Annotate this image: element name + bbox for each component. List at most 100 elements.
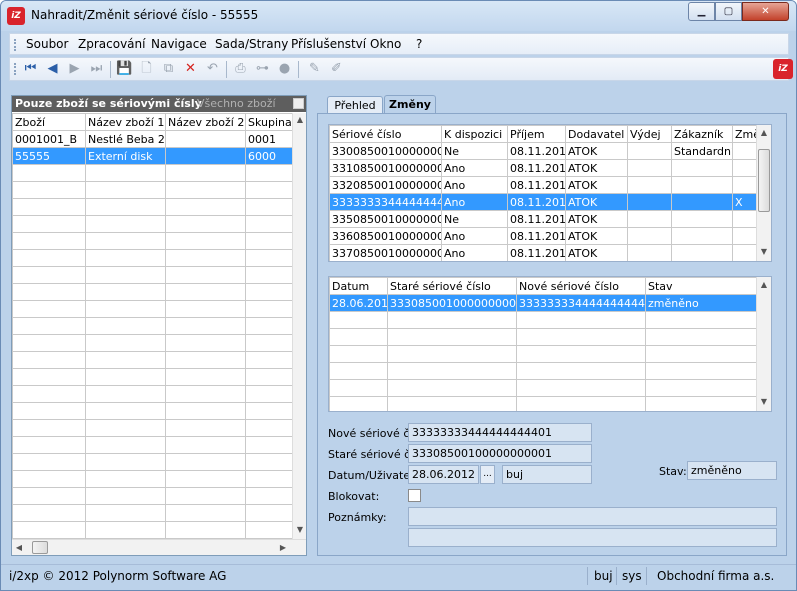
table-cell (671, 193, 733, 211)
status-field[interactable]: změněno (687, 461, 777, 480)
print-icon[interactable]: ⎙ (232, 61, 249, 77)
date-picker-button[interactable]: ... (480, 465, 495, 484)
table-row[interactable]: 33608500100000000000Ano08.11.2011ATOK (329, 227, 757, 245)
block-checkbox[interactable] (408, 489, 421, 502)
last-record-icon[interactable]: ⏭ (88, 61, 105, 77)
new-document-icon[interactable]: 🗋 (138, 61, 155, 77)
maximize-button[interactable]: ▢ (715, 2, 742, 21)
tab-zmeny[interactable]: Změny (384, 95, 436, 115)
table-cell (732, 142, 757, 160)
scroll-down-icon[interactable]: ▼ (757, 247, 771, 256)
col-nazev2[interactable]: Název zboží 2 (165, 113, 246, 131)
table-row (329, 396, 757, 411)
col-zmeneno[interactable]: Změ (732, 125, 757, 143)
scroll-thumb[interactable] (32, 541, 48, 554)
table-row (12, 317, 293, 335)
scroll-up-icon[interactable]: ▲ (757, 280, 771, 289)
table-cell: 0001 (245, 130, 293, 148)
close-button[interactable]: ✕ (742, 2, 789, 21)
scroll-up-icon[interactable]: ▲ (293, 115, 307, 124)
table-row[interactable]: 33333333444444444401Ano08.11.2011ATOK X (329, 193, 757, 211)
old-serial-field[interactable]: 33308500100000000001 (408, 444, 592, 463)
col-vydej[interactable]: Výdej (627, 125, 672, 143)
notes-field-1[interactable] (408, 507, 777, 526)
scroll-down-icon[interactable]: ▼ (757, 397, 771, 406)
table-row[interactable]: 28.06.2012 33308500100000000001 33333333… (329, 294, 757, 312)
table-cell: Externí disk (85, 147, 166, 165)
col-nazev1[interactable]: Název zboží 1 (85, 113, 166, 131)
scroll-up-icon[interactable]: ▲ (757, 128, 771, 137)
col-dodavatel[interactable]: Dodavatel (565, 125, 628, 143)
col-nove-cislo[interactable]: Nové sériové číslo (516, 277, 646, 295)
tree-icon[interactable]: ⊶ (254, 61, 271, 77)
table-row[interactable]: 0001001_B Nestlé Beba 2 B 0001 (12, 130, 293, 148)
history-vertical-scrollbar[interactable]: ▲ ▼ (756, 277, 771, 411)
table-row (12, 334, 293, 352)
table-cell (165, 147, 246, 165)
date-field[interactable]: 28.06.2012 (408, 465, 479, 484)
table-cell (732, 227, 757, 245)
prev-record-icon[interactable]: ◀ (44, 61, 61, 77)
table-cell: změněno (645, 294, 757, 312)
table-cell: 33208500100000000000 (329, 176, 442, 194)
scroll-left-icon[interactable]: ◀ (12, 543, 26, 552)
scroll-right-icon[interactable]: ▶ (276, 543, 290, 552)
scroll-down-icon[interactable]: ▼ (293, 525, 307, 534)
goods-table: Zboží Název zboží 1 Název zboží 2 Skupin… (12, 113, 293, 539)
table-cell: 08.11.2011 (507, 142, 566, 160)
table-cell: Ano (441, 159, 508, 177)
scroll-thumb[interactable] (758, 149, 770, 212)
first-record-icon[interactable]: ⏮ (22, 61, 39, 77)
table-cell: 08.11.2011 (507, 227, 566, 245)
menu-sada-strany[interactable]: Sada/Strany (215, 37, 288, 51)
status-separator (587, 567, 588, 585)
change-history-table: Datum Staré sériové číslo Nové sériové č… (329, 277, 757, 411)
table-row[interactable]: 33108500100000000000Ano08.11.2011ATOK (329, 159, 757, 177)
save-icon[interactable]: 💾 (116, 61, 133, 77)
table-row[interactable]: 55555 Externí disk 6000 (12, 147, 293, 165)
minimize-button[interactable]: ▁ (688, 2, 715, 21)
col-zbozi[interactable]: Zboží (12, 113, 86, 131)
menu-navigace[interactable]: Navigace (151, 37, 207, 51)
stop-icon[interactable]: ● (276, 61, 293, 77)
next-record-icon[interactable]: ▶ (66, 61, 83, 77)
delete-icon[interactable]: ✕ (182, 61, 199, 77)
edit-alt-icon[interactable]: ✐ (328, 61, 345, 77)
table-row[interactable]: 33008500100000000000Ne08.11.2011ATOK Stan… (329, 142, 757, 160)
notes-field-2[interactable] (408, 528, 777, 547)
col-prijem[interactable]: Příjem (507, 125, 566, 143)
menu-okno[interactable]: Okno (370, 37, 401, 51)
col-zakaznik[interactable]: Zákazník (671, 125, 733, 143)
table-row[interactable]: 33508500100000000000Ne08.11.2011ATOK (329, 210, 757, 228)
table-cell: ATOK (565, 244, 628, 261)
col-stare-cislo[interactable]: Staré sériové číslo (387, 277, 517, 295)
table-row[interactable]: 33708500100000000000Ano08.11.2011ATOK (329, 244, 757, 261)
filter-serial-goods[interactable]: Pouze zboží se sériovými čísly (15, 97, 202, 110)
copy-icon[interactable]: ⧉ (160, 61, 177, 77)
col-seriove-cislo[interactable]: Sériové číslo (329, 125, 442, 143)
serial-vertical-scrollbar[interactable]: ▲ ▼ (756, 125, 771, 261)
table-row (329, 379, 757, 397)
goods-horizontal-scrollbar[interactable]: ◀ ▶ (12, 539, 306, 555)
edit-icon[interactable]: ✎ (306, 61, 323, 77)
menu-zpracovani[interactable]: Zpracování (78, 37, 145, 51)
user-field[interactable]: buj (502, 465, 592, 484)
table-row (12, 402, 293, 420)
menu-soubor[interactable]: Soubor (26, 37, 68, 51)
col-k-dispozici[interactable]: K dispozici (441, 125, 508, 143)
table-cell (732, 210, 757, 228)
col-stav[interactable]: Stav (645, 277, 757, 295)
undo-icon[interactable]: ↶ (204, 61, 221, 77)
col-skupina[interactable]: Skupina (245, 113, 293, 131)
table-row (329, 328, 757, 346)
menu-prislusenstvi[interactable]: Příslušenství (291, 37, 366, 51)
filter-all-goods[interactable]: Všechno zboží (197, 97, 276, 110)
menu-help[interactable]: ? (416, 37, 422, 51)
col-datum[interactable]: Datum (329, 277, 388, 295)
panel-options-icon[interactable] (293, 98, 304, 109)
table-cell: 33333333444444444401 (516, 294, 646, 312)
table-row (12, 453, 293, 471)
goods-vertical-scrollbar[interactable]: ▲ ▼ (292, 113, 306, 539)
new-serial-field[interactable]: 33333333444444444401 (408, 423, 592, 442)
table-row[interactable]: 33208500100000000000Ano08.11.2011ATOK (329, 176, 757, 194)
